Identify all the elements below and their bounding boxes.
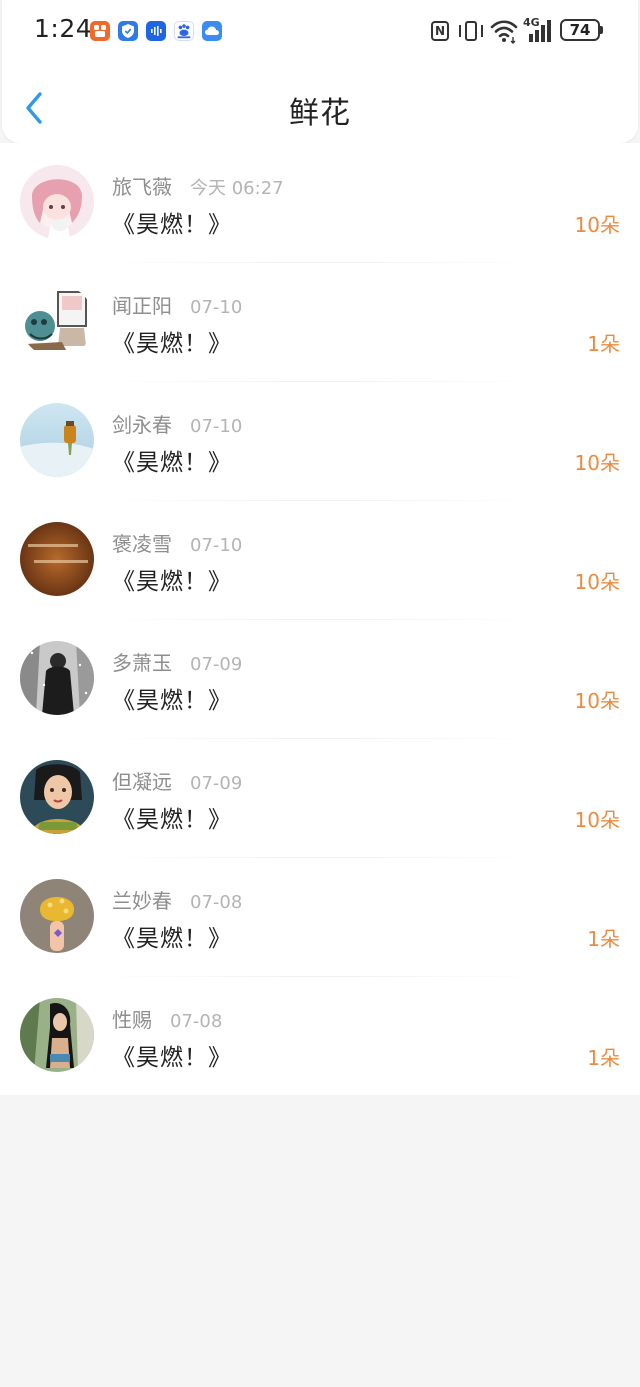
avatar[interactable] (20, 403, 94, 477)
cellular-signal-icon: 4G (523, 16, 555, 44)
kuaishou-app-icon (90, 21, 110, 41)
flower-count: 10朵 (574, 689, 620, 713)
flower-list: 旅飞薇 今天 06:27 《昊燃！》 10朵 闻正阳 07-10 《昊燃！》 1… (0, 143, 640, 1095)
flower-count: 1朵 (587, 332, 620, 356)
nfc-icon: N (431, 21, 449, 41)
battery-tip (600, 26, 603, 34)
user-name: 褒凌雪 (112, 532, 172, 556)
wifi-icon (490, 18, 518, 44)
flower-count: 10朵 (574, 213, 620, 237)
post-time: 07-09 (190, 773, 243, 794)
list-item[interactable]: 褒凌雪 07-10 《昊燃！》 10朵 (0, 500, 640, 619)
book-title: 《昊燃！》 (112, 688, 232, 714)
status-bar: 1:24 N 4G 74 (0, 0, 640, 62)
vibrate-icon (458, 20, 484, 42)
post-time: 07-09 (190, 654, 243, 675)
book-title: 《昊燃！》 (112, 807, 232, 833)
book-title: 《昊燃！》 (112, 212, 232, 238)
post-time: 07-10 (190, 535, 243, 556)
status-time: 1:24 (34, 14, 93, 43)
user-name: 多萧玉 (112, 651, 172, 675)
battery-indicator: 74 (560, 19, 600, 41)
list-item[interactable]: 旅飞薇 今天 06:27 《昊燃！》 10朵 (0, 143, 640, 262)
avatar[interactable] (20, 641, 94, 715)
list-item[interactable]: 剑永春 07-10 《昊燃！》 10朵 (0, 381, 640, 500)
avatar[interactable] (20, 998, 94, 1072)
book-title: 《昊燃！》 (112, 569, 232, 595)
cloud-app-icon (202, 21, 222, 41)
page-title: 鲜花 (289, 96, 351, 131)
baidu-app-icon (174, 21, 194, 41)
post-time: 07-10 (190, 297, 243, 318)
flower-count: 10朵 (574, 451, 620, 475)
list-item[interactable]: 兰妙春 07-08 《昊燃！》 1朵 (0, 857, 640, 976)
avatar[interactable] (20, 760, 94, 834)
flower-count: 1朵 (587, 1046, 620, 1070)
flower-count: 10朵 (574, 570, 620, 594)
post-time: 07-08 (170, 1011, 223, 1032)
voice-app-icon (146, 21, 166, 41)
avatar[interactable] (20, 879, 94, 953)
user-name: 兰妙春 (112, 889, 172, 913)
user-name: 闻正阳 (112, 294, 172, 318)
book-title: 《昊燃！》 (112, 450, 232, 476)
book-title: 《昊燃！》 (112, 926, 232, 952)
list-item[interactable]: 性赐 07-08 《昊燃！》 1朵 (0, 976, 640, 1095)
user-name: 旅飞薇 (112, 175, 172, 199)
security-shield-icon (118, 21, 138, 41)
avatar[interactable] (20, 522, 94, 596)
flower-count: 10朵 (574, 808, 620, 832)
list-item[interactable]: 闻正阳 07-10 《昊燃！》 1朵 (0, 262, 640, 381)
book-title: 《昊燃！》 (112, 1045, 232, 1071)
list-item[interactable]: 多萧玉 07-09 《昊燃！》 10朵 (0, 619, 640, 738)
user-name: 但凝远 (112, 770, 172, 794)
post-time: 07-10 (190, 416, 243, 437)
list-item[interactable]: 但凝远 07-09 《昊燃！》 10朵 (0, 738, 640, 857)
user-name: 性赐 (112, 1008, 152, 1032)
flower-count: 1朵 (587, 927, 620, 951)
user-name: 剑永春 (112, 413, 172, 437)
avatar[interactable] (20, 284, 94, 358)
avatar[interactable] (20, 165, 94, 239)
network-type: 4G (523, 16, 540, 29)
post-time: 07-08 (190, 892, 243, 913)
post-time: 今天 06:27 (190, 178, 284, 199)
book-title: 《昊燃！》 (112, 331, 232, 357)
